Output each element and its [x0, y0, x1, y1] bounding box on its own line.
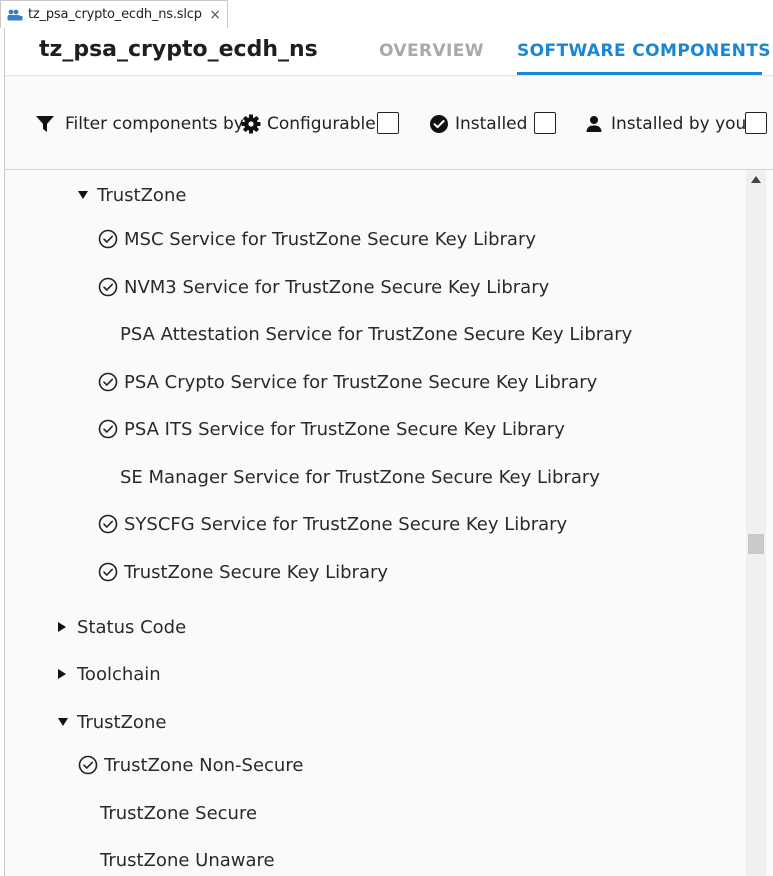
editor-tab-label: tz_psa_crypto_ecdh_ns.slcp [28, 7, 202, 22]
slcp-editor: tz_psa_crypto_ecdh_ns OVERVIEW SOFTWARE … [4, 28, 773, 876]
tree-item-label: TrustZone Secure Key Library [124, 561, 389, 583]
filter-installed-label: Installed [455, 114, 528, 134]
tree-category-trustzone[interactable]: TrustZone [77, 184, 186, 206]
collapsed-triangle-icon [57, 668, 77, 680]
filter-configurable-label: Configurable [267, 114, 376, 134]
scroll-up-arrow-icon[interactable] [751, 176, 761, 183]
editor-tab[interactable]: tz_psa_crypto_ecdh_ns.slcp × [0, 0, 228, 28]
tree-item-label: TrustZone Unaware [100, 849, 275, 871]
installed-check-icon [78, 755, 98, 775]
tree-item-label: PSA Attestation Service for TrustZone Se… [120, 323, 633, 345]
component-tree: TrustZone MSC Service for TrustZone Secu… [5, 170, 773, 876]
tree-item-label: MSC Service for TrustZone Secure Key Lib… [124, 228, 537, 250]
tree-item[interactable]: TrustZone Unaware [100, 849, 275, 871]
tree-item[interactable]: TrustZone Non-Secure [78, 754, 303, 776]
tree-category-label: TrustZone [97, 184, 187, 206]
tree-item-label: TrustZone Secure [100, 802, 258, 824]
vertical-scrollbar[interactable] [746, 170, 766, 876]
tab-overview[interactable]: OVERVIEW [379, 41, 484, 61]
filter-configurable-group: Configurable [241, 114, 376, 134]
filter-label-group: Filter components by [35, 114, 244, 134]
filter-bar: Filter components by Configurable Instal… [5, 75, 773, 171]
editor-tab-strip: tz_psa_crypto_ecdh_ns.slcp × [0, 0, 773, 28]
installed-check-icon [98, 514, 118, 534]
tree-category-label: TrustZone [77, 711, 167, 733]
scrollbar-thumb[interactable] [748, 534, 764, 554]
tree-item[interactable]: TrustZone Secure [100, 802, 257, 824]
tree-category-toolchain[interactable]: Toolchain [57, 663, 161, 685]
tree-item[interactable]: NVM3 Service for TrustZone Secure Key Li… [98, 276, 549, 298]
tree-item[interactable]: TrustZone Secure Key Library [98, 561, 388, 583]
filter-installed-by-you-label: Installed by you [611, 114, 747, 134]
installed-check-icon [98, 229, 118, 249]
expanded-triangle-icon [57, 717, 77, 727]
gear-icon [241, 114, 261, 134]
installed-check-icon [98, 277, 118, 297]
tree-category-trustzone[interactable]: TrustZone [57, 711, 166, 733]
collapsed-triangle-icon [57, 621, 77, 633]
installed-check-icon [98, 562, 118, 582]
configurable-checkbox[interactable] [377, 112, 399, 134]
tree-item[interactable]: SE Manager Service for TrustZone Secure … [120, 466, 600, 488]
tree-item[interactable]: MSC Service for TrustZone Secure Key Lib… [98, 228, 536, 250]
tree-item[interactable]: PSA Crypto Service for TrustZone Secure … [98, 371, 597, 393]
filter-icon [35, 114, 55, 134]
tree-item[interactable]: SYSCFG Service for TrustZone Secure Key … [98, 513, 567, 535]
installed-by-you-checkbox[interactable] [745, 112, 767, 134]
tree-category-label: Toolchain [77, 663, 161, 685]
filter-installed-group: Installed [429, 114, 527, 134]
installed-check-icon [98, 419, 118, 439]
expanded-triangle-icon [77, 190, 97, 200]
tree-item-label: PSA ITS Service for TrustZone Secure Key… [124, 418, 565, 440]
filter-installed-by-you-group: Installed by you [585, 114, 746, 134]
tree-item-label: NVM3 Service for TrustZone Secure Key Li… [124, 276, 550, 298]
close-icon[interactable]: × [209, 7, 221, 23]
tree-category-status-code[interactable]: Status Code [57, 616, 186, 638]
tab-software-components[interactable]: SOFTWARE COMPONENTS [517, 41, 771, 61]
filter-label: Filter components by [65, 114, 244, 134]
tree-item-label: SYSCFG Service for TrustZone Secure Key … [124, 513, 568, 535]
installed-checkbox[interactable] [534, 112, 556, 134]
tree-item-label: TrustZone Non-Secure [104, 754, 304, 776]
page-title: tz_psa_crypto_ecdh_ns [39, 37, 318, 62]
tree-item[interactable]: PSA Attestation Service for TrustZone Se… [120, 323, 632, 345]
tree-category-label: Status Code [77, 616, 187, 638]
tree-item[interactable]: PSA ITS Service for TrustZone Secure Key… [98, 418, 565, 440]
person-icon [585, 115, 603, 133]
installed-check-icon [98, 372, 118, 392]
check-circle-icon [429, 114, 449, 134]
tree-item-label: PSA Crypto Service for TrustZone Secure … [124, 371, 598, 393]
tree-item-label: SE Manager Service for TrustZone Secure … [120, 466, 600, 488]
project-icon [7, 8, 25, 22]
editor-header: tz_psa_crypto_ecdh_ns OVERVIEW SOFTWARE … [5, 28, 773, 75]
